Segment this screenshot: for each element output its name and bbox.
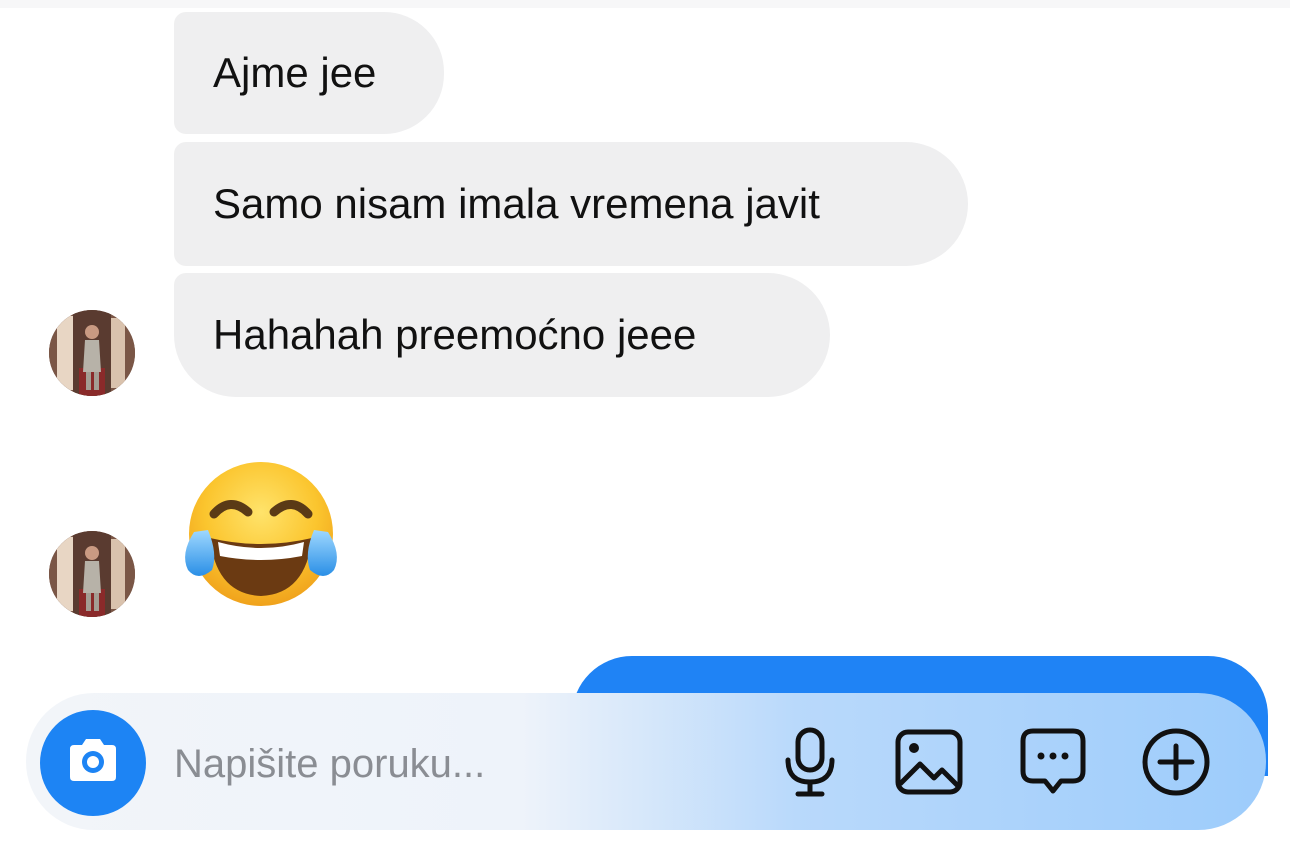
tears-of-joy-emoji[interactable] <box>178 458 344 608</box>
message-text: Samo nisam imala vremena javit <box>213 180 820 227</box>
sticker-button[interactable] <box>1017 728 1089 800</box>
message-text: Hahahah preemoćno jeee <box>213 311 697 358</box>
more-options-button[interactable] <box>1140 728 1212 800</box>
incoming-message-bubble[interactable]: Samo nisam imala vremena javit <box>174 142 968 266</box>
plus-circle-icon <box>1140 726 1212 803</box>
sender-avatar[interactable] <box>49 310 135 396</box>
camera-button[interactable] <box>40 710 146 816</box>
voice-message-button[interactable] <box>774 726 846 803</box>
top-divider <box>0 0 1290 8</box>
camera-icon <box>64 737 122 790</box>
incoming-message-bubble[interactable]: Hahahah preemoćno jeee <box>174 273 830 397</box>
message-dots-icon <box>1019 727 1087 802</box>
microphone-icon <box>780 726 840 803</box>
sender-avatar[interactable] <box>49 531 135 617</box>
image-icon <box>894 728 964 801</box>
incoming-message-bubble[interactable]: Ajme jee <box>174 12 444 134</box>
message-text: Ajme jee <box>213 49 377 96</box>
gallery-button[interactable] <box>893 728 965 800</box>
message-input[interactable] <box>174 732 594 796</box>
